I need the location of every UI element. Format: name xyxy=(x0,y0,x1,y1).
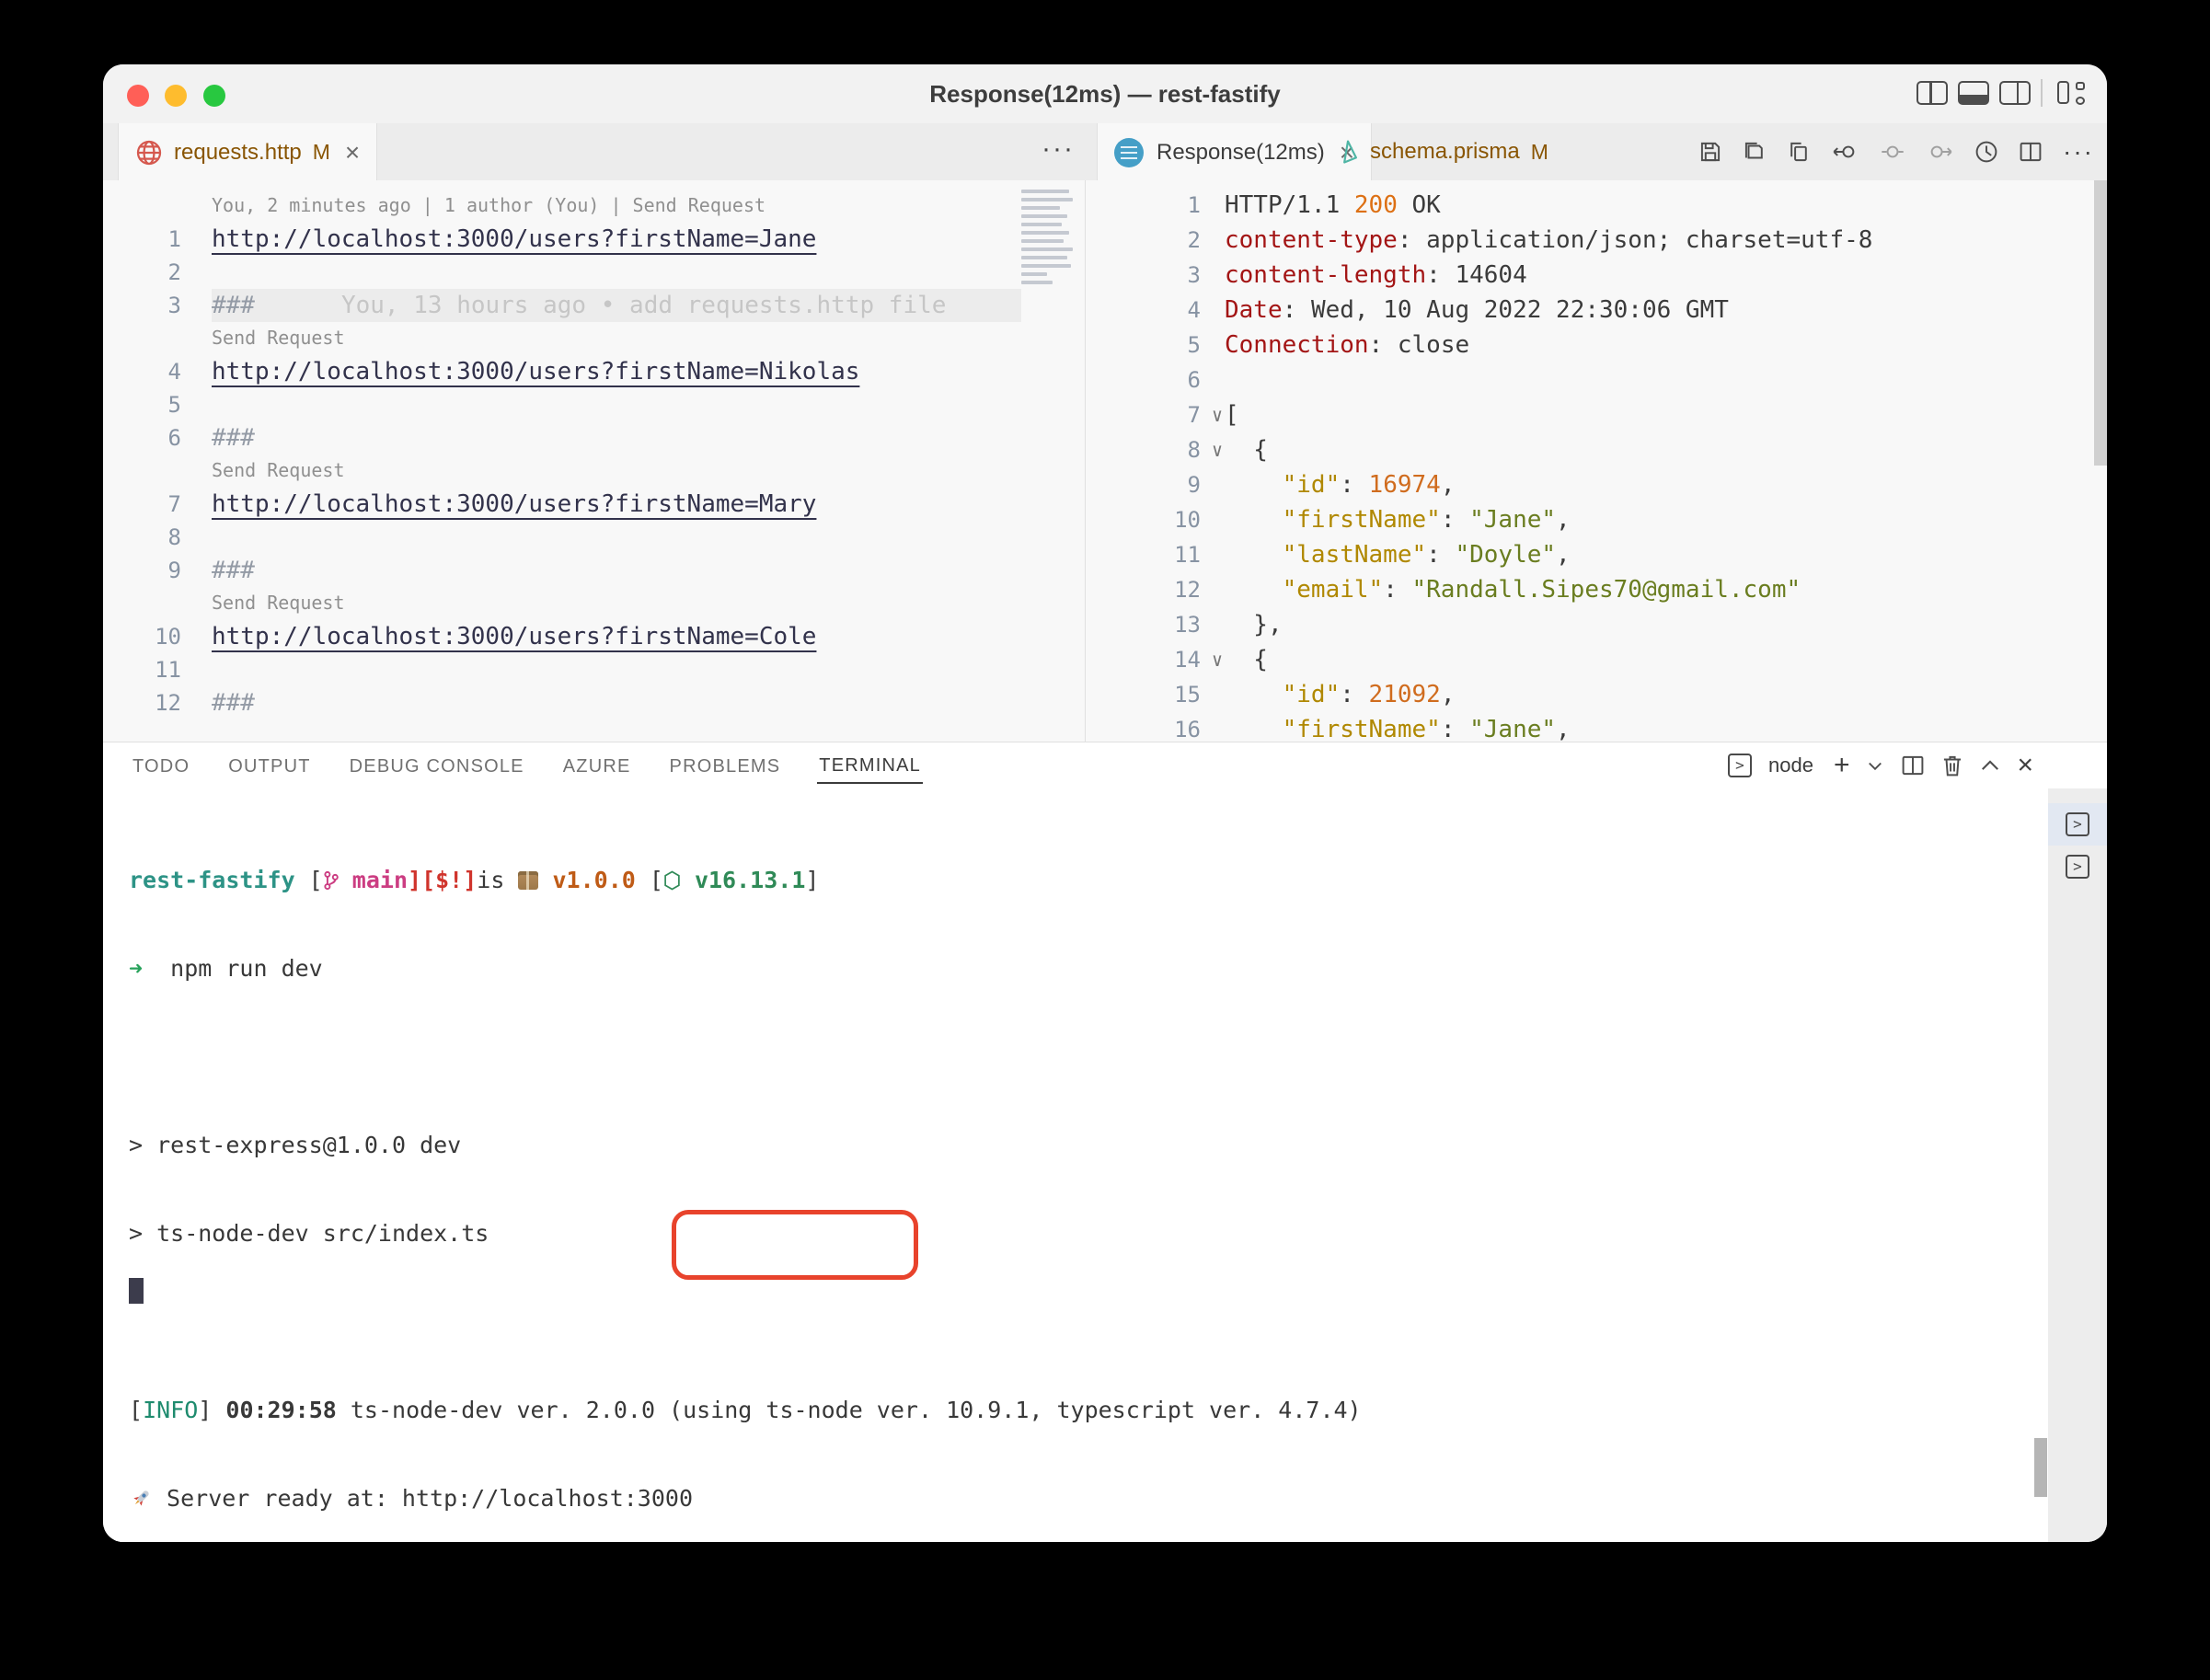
git-branch-icon xyxy=(323,867,352,893)
titlebar-separator xyxy=(2041,79,2043,107)
more-actions-icon[interactable]: ··· xyxy=(2063,143,2094,161)
close-panel-icon[interactable]: × xyxy=(2017,752,2033,779)
request-url-10[interactable]: http://localhost:3000/users?firstName=Co… xyxy=(212,620,816,653)
window-title: Response(12ms) — rest-fastify xyxy=(103,64,2107,123)
request-url-4[interactable]: http://localhost:3000/users?firstName=Ni… xyxy=(212,355,859,388)
editor-actions: ··· xyxy=(1698,123,2094,180)
editor-scrollbar[interactable] xyxy=(2094,180,2107,466)
request-url-1[interactable]: http://localhost:3000/users?firstName=Ja… xyxy=(212,223,816,256)
save-all-icon[interactable] xyxy=(1743,140,1767,164)
right-editor-group-tabs: Response(12ms) × schema.prisma M xyxy=(1086,123,2107,180)
left-editor-group-tabs: requests.http M × ··· xyxy=(103,123,1086,180)
prisma-icon xyxy=(1337,139,1359,165)
panel-tab-output[interactable]: OUTPUT xyxy=(226,749,312,783)
modified-badge: M xyxy=(313,140,330,165)
package-icon xyxy=(518,871,538,890)
launch-profile-chevron-icon[interactable] xyxy=(1866,756,1884,775)
previous-change-icon[interactable] xyxy=(1831,140,1859,164)
rocket-icon xyxy=(129,1485,153,1512)
toggle-panel-icon[interactable] xyxy=(1958,81,1989,105)
tab-schema-prisma[interactable]: schema.prisma M xyxy=(1320,123,1565,180)
terminal-tab-node-icon[interactable]: > xyxy=(2066,812,2089,836)
request-separator: ### xyxy=(212,421,255,455)
terminal-output-line: > rest-express@1.0.0 dev xyxy=(129,1131,2026,1160)
tab-requests-http[interactable]: requests.http M × xyxy=(118,123,377,181)
tab-label: schema.prisma xyxy=(1370,139,1520,165)
response-editor[interactable]: 1HTTP/1.1 200 OK 2content-type: applicat… xyxy=(1086,180,2107,742)
terminal-output-line: > ts-node-dev src/index.ts xyxy=(129,1219,2026,1248)
codelens-send-request[interactable]: Send Request xyxy=(212,587,345,618)
timeline-history-icon[interactable] xyxy=(1974,140,1998,164)
editor-tab-bar: requests.http M × ··· Response(12ms) × s… xyxy=(103,123,2107,181)
vscode-window: Response(12ms) — rest-fastify requests.h… xyxy=(103,64,2107,1542)
terminal-tabs-sidebar: > > xyxy=(2048,788,2107,1542)
request-separator: ### xyxy=(212,554,255,587)
copy-pages-icon[interactable] xyxy=(1787,140,1811,164)
bottom-panel: TODO OUTPUT DEBUG CONSOLE AZURE PROBLEMS… xyxy=(103,742,2107,1542)
panel-tab-problems[interactable]: PROBLEMS xyxy=(668,749,783,783)
tab-label: Response(12ms) xyxy=(1157,140,1325,166)
nodejs-hexagon-icon xyxy=(663,867,681,893)
split-terminal-icon[interactable] xyxy=(1901,754,1925,777)
http-file-icon xyxy=(135,139,163,167)
customize-layout-icon[interactable] xyxy=(2057,81,2089,106)
terminal-command-line: ➜ npm run dev xyxy=(129,954,2026,984)
split-editor-icon[interactable] xyxy=(2019,140,2043,164)
codelens-send-request[interactable]: Send Request xyxy=(212,455,345,486)
new-terminal-icon[interactable]: + xyxy=(1834,752,1850,779)
panel-tabs: TODO OUTPUT DEBUG CONSOLE AZURE PROBLEMS… xyxy=(131,742,923,788)
save-icon[interactable] xyxy=(1698,140,1722,164)
modified-badge: M xyxy=(1531,140,1548,165)
request-url-7[interactable]: http://localhost:3000/users?firstName=Ma… xyxy=(212,488,816,521)
terminal-tab-node-icon[interactable]: > xyxy=(2066,855,2089,879)
next-change-icon[interactable] xyxy=(1927,140,1954,164)
requests-http-editor[interactable]: You, 2 minutes ago | 1 author (You) | Se… xyxy=(103,180,1086,742)
tab-label: requests.http xyxy=(174,140,302,166)
title-bar: Response(12ms) — rest-fastify xyxy=(103,64,2107,123)
terminal-prompt-line: rest-fastify [ main][$!]is v1.0.0 [ v16.… xyxy=(129,866,2026,895)
terminal-scrollbar[interactable] xyxy=(2034,1438,2047,1497)
minimap[interactable] xyxy=(1021,190,1075,401)
terminal-server-ready-line: Server ready at: http://localhost:3000 xyxy=(129,1484,2026,1513)
codelens-blame[interactable]: You, 2 minutes ago | 1 author (You) | Se… xyxy=(212,190,765,221)
panel-tab-azure[interactable]: AZURE xyxy=(561,749,633,783)
response-json-icon xyxy=(1114,138,1144,167)
terminal-cursor xyxy=(129,1278,144,1304)
request-separator: ### xyxy=(212,686,255,719)
git-blame-ghost-text: You, 13 hours ago • add requests.http fi… xyxy=(341,292,946,319)
close-tab-icon[interactable]: × xyxy=(345,138,360,167)
editor-area: You, 2 minutes ago | 1 author (You) | Se… xyxy=(103,180,2107,742)
codelens-send-request[interactable]: Send Request xyxy=(212,322,345,353)
current-change-icon[interactable] xyxy=(1879,140,1906,164)
more-tabs-icon[interactable]: ··· xyxy=(1042,123,1075,180)
terminal-info-line: [INFO] 00:29:58 ts-node-dev ver. 2.0.0 (… xyxy=(129,1396,2026,1425)
shell-label: node xyxy=(1768,754,1813,777)
panel-tab-terminal[interactable]: TERMINAL xyxy=(817,748,923,784)
kill-terminal-trash-icon[interactable] xyxy=(1941,754,1963,777)
terminal-viewport[interactable]: rest-fastify [ main][$!]is v1.0.0 [ v16.… xyxy=(103,788,2048,1542)
toggle-secondary-sidebar-icon[interactable] xyxy=(1999,81,2031,105)
terminal-shell-icon: > xyxy=(1728,754,1752,777)
panel-tab-debug-console[interactable]: DEBUG CONSOLE xyxy=(348,749,526,783)
panel-tab-todo[interactable]: TODO xyxy=(131,749,191,783)
maximize-panel-chevron-icon[interactable] xyxy=(1980,756,2000,775)
annotation-highlight-box xyxy=(672,1210,918,1280)
toggle-primary-sidebar-icon[interactable] xyxy=(1916,81,1948,105)
panel-header: TODO OUTPUT DEBUG CONSOLE AZURE PROBLEMS… xyxy=(103,742,2107,788)
request-separator: ### xyxy=(212,292,255,319)
panel-actions: > node + × xyxy=(1728,742,2033,788)
